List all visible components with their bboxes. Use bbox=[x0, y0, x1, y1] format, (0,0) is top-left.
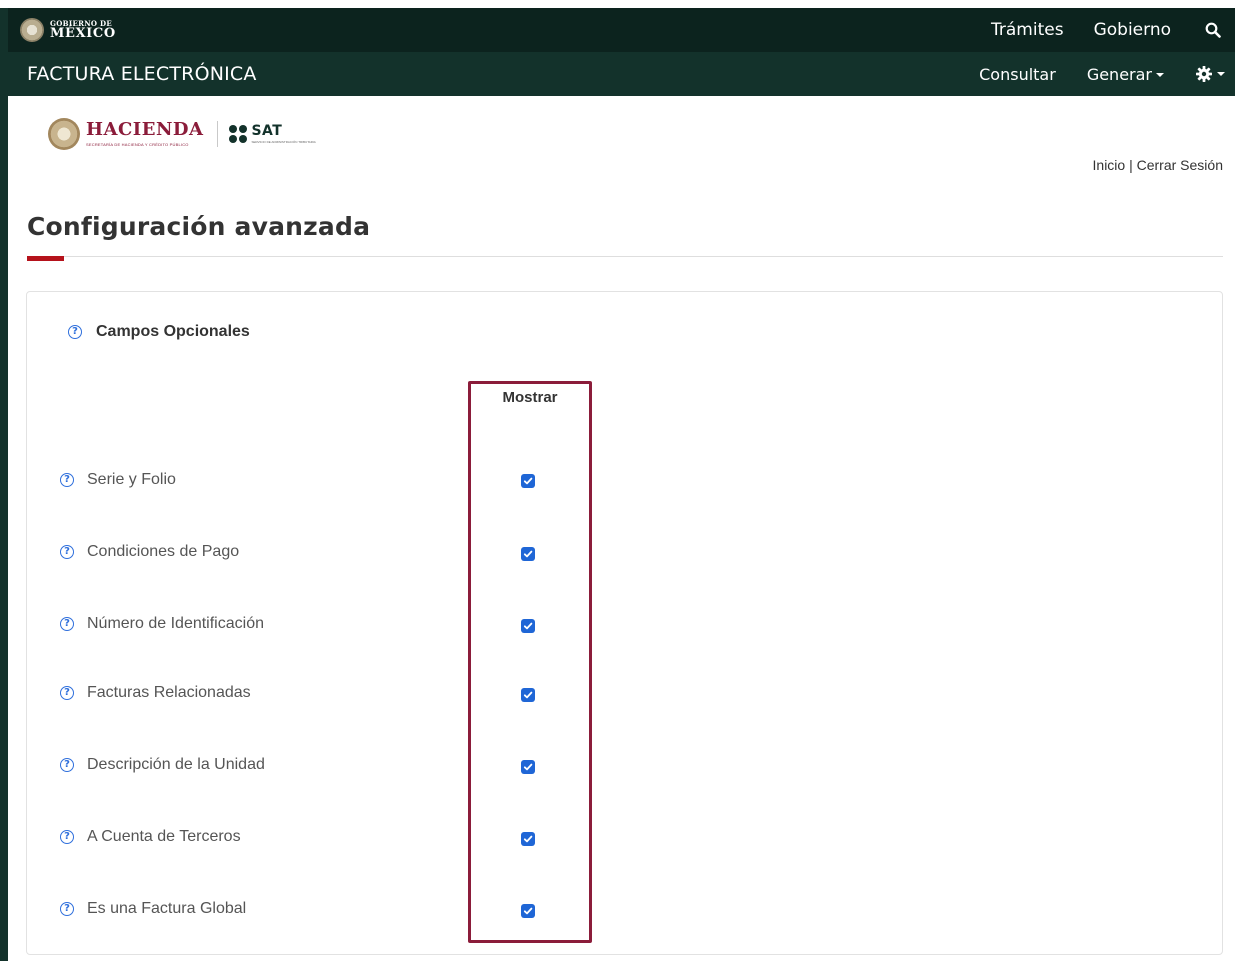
gov-nav: Trámites Gobierno bbox=[991, 18, 1235, 42]
nav-gobierno-link[interactable]: Gobierno bbox=[1094, 20, 1171, 40]
search-icon[interactable] bbox=[1201, 18, 1225, 42]
checkbox-numero-identificacion[interactable] bbox=[521, 619, 535, 633]
settings-dropdown[interactable] bbox=[1195, 65, 1225, 83]
field-row-factura-global: ? Es una Factura Global bbox=[60, 897, 246, 921]
chevron-down-icon bbox=[1156, 73, 1164, 77]
field-label: Descripción de la Unidad bbox=[87, 756, 265, 773]
check-icon bbox=[523, 622, 533, 630]
check-icon bbox=[523, 907, 533, 915]
inicio-link[interactable]: Inicio bbox=[1093, 157, 1126, 173]
title-accent-bar bbox=[27, 256, 64, 261]
help-icon[interactable]: ? bbox=[60, 830, 74, 844]
check-icon bbox=[523, 550, 533, 558]
help-icon[interactable]: ? bbox=[60, 473, 74, 487]
checkbox-descripcion-unidad[interactable] bbox=[521, 760, 535, 774]
field-row-numero-identificacion: ? Número de Identificación bbox=[60, 612, 264, 636]
help-icon[interactable]: ? bbox=[60, 902, 74, 916]
sat-logo-subtext: SERVICIO DE ADMINISTRACIÓN TRIBUTARIA bbox=[251, 140, 316, 144]
help-icon[interactable]: ? bbox=[60, 686, 74, 700]
help-icon[interactable]: ? bbox=[60, 758, 74, 772]
check-icon bbox=[523, 477, 533, 485]
field-row-condiciones-pago: ? Condiciones de Pago bbox=[60, 540, 239, 564]
field-label: Serie y Folio bbox=[87, 471, 176, 488]
checkbox-serie-folio[interactable] bbox=[521, 474, 535, 488]
link-separator: | bbox=[1125, 157, 1137, 173]
user-links: Inicio | Cerrar Sesión bbox=[1093, 157, 1223, 173]
generar-dropdown[interactable]: Generar bbox=[1087, 65, 1164, 84]
app-navbar: FACTURA ELECTRÓNICA Consultar Generar bbox=[8, 52, 1235, 96]
institution-logos: HACIENDA SECRETARÍA DE HACIENDA Y CRÉDIT… bbox=[48, 118, 316, 150]
gob-mexico-logo[interactable]: GOBIERNO DE MÉXICO bbox=[20, 8, 116, 52]
chevron-down-icon bbox=[1217, 72, 1225, 76]
sat-logo-text: SAT bbox=[251, 123, 283, 139]
app-title[interactable]: FACTURA ELECTRÓNICA bbox=[27, 63, 257, 85]
generar-label: Generar bbox=[1086, 64, 1152, 84]
gear-icon bbox=[1196, 66, 1212, 82]
hacienda-logo-subtext: SECRETARÍA DE HACIENDA Y CRÉDITO PÚBLICO bbox=[86, 142, 189, 147]
checkbox-cuenta-terceros[interactable] bbox=[521, 832, 535, 846]
checkbox-factura-global[interactable] bbox=[521, 904, 535, 918]
field-label: Condiciones de Pago bbox=[87, 543, 240, 560]
help-icon[interactable]: ? bbox=[60, 545, 74, 559]
help-icon[interactable]: ? bbox=[60, 617, 74, 631]
mexico-seal-icon bbox=[20, 18, 44, 42]
mostrar-column-header: Mostrar bbox=[502, 389, 558, 406]
field-row-facturas-relacionadas: ? Facturas Relacionadas bbox=[60, 681, 251, 705]
help-icon[interactable]: ? bbox=[68, 325, 82, 339]
field-label: Facturas Relacionadas bbox=[87, 684, 251, 701]
field-row-serie-folio: ? Serie y Folio bbox=[60, 468, 176, 492]
frame-top bbox=[0, 0, 1235, 8]
hacienda-seal-icon bbox=[48, 118, 80, 150]
field-label: Es una Factura Global bbox=[87, 900, 247, 917]
title-divider bbox=[27, 256, 1223, 257]
check-icon bbox=[523, 835, 533, 843]
field-row-cuenta-terceros: ? A Cuenta de Terceros bbox=[60, 825, 241, 849]
nav-tramites-link[interactable]: Trámites bbox=[991, 20, 1064, 40]
sat-logo-icon bbox=[229, 125, 248, 143]
gov-logo-big-text: MÉXICO bbox=[50, 26, 116, 41]
checkbox-facturas-relacionadas[interactable] bbox=[521, 688, 535, 702]
hacienda-logo-text: HACIENDA bbox=[86, 119, 204, 140]
checkbox-condiciones-pago[interactable] bbox=[521, 547, 535, 561]
page-title: Configuración avanzada bbox=[27, 212, 371, 241]
frame-left bbox=[0, 8, 8, 961]
section-header: ? Campos Opcionales bbox=[68, 323, 250, 341]
optional-fields-panel: ? Campos Opcionales Mostrar ? Serie y Fo… bbox=[26, 291, 1223, 955]
app-nav: Consultar Generar bbox=[979, 65, 1235, 84]
cerrar-sesion-link[interactable]: Cerrar Sesión bbox=[1137, 157, 1223, 173]
consultar-link[interactable]: Consultar bbox=[979, 65, 1056, 84]
field-label: A Cuenta de Terceros bbox=[87, 828, 241, 845]
section-title: Campos Opcionales bbox=[96, 323, 250, 340]
field-label: Número de Identificación bbox=[87, 615, 264, 632]
logo-divider bbox=[217, 121, 219, 147]
check-icon bbox=[523, 691, 533, 699]
field-row-descripcion-unidad: ? Descripción de la Unidad bbox=[60, 753, 265, 777]
government-bar: GOBIERNO DE MÉXICO Trámites Gobierno bbox=[8, 8, 1235, 52]
mostrar-column-highlight bbox=[468, 381, 592, 943]
check-icon bbox=[523, 763, 533, 771]
